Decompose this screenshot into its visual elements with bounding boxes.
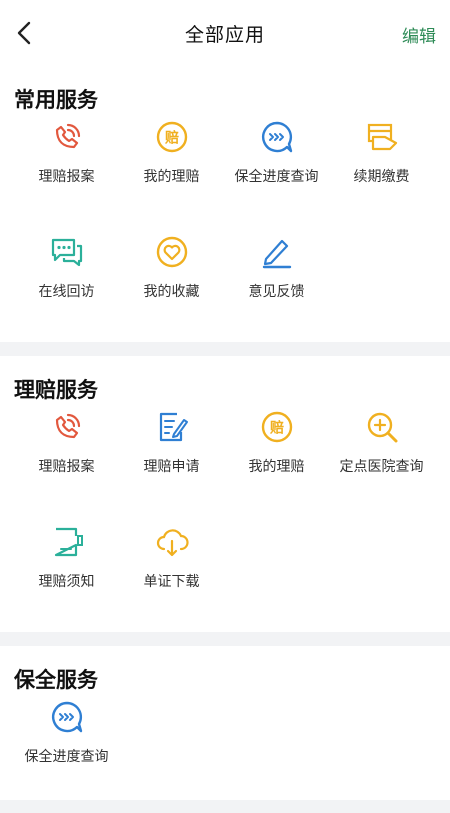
service-label: 我的理赔: [143, 169, 200, 185]
service-label: 续期缴费: [353, 169, 410, 185]
back-button[interactable]: [10, 18, 40, 48]
payment-card-icon: [367, 123, 397, 151]
service-item-my-claims[interactable]: 赔 我的理赔: [224, 408, 329, 523]
service-item-renewal-payment[interactable]: 续期缴费: [329, 118, 434, 233]
section-title: 理赔服务: [14, 378, 98, 402]
service-label: 定点医院查询: [339, 459, 424, 475]
cloud-download-icon: [156, 529, 189, 557]
service-label: 意见反馈: [248, 284, 305, 300]
service-grid: 理赔报案 理赔申请 赔 我的理赔 定点医院查询 理赔须知 单证下载: [0, 408, 450, 635]
service-item-favorites[interactable]: 我的收藏: [119, 233, 224, 345]
service-item-claim-report[interactable]: 理赔报案: [14, 118, 119, 233]
section-title: 常用服务: [14, 88, 98, 112]
service-grid: 保全进度查询: [0, 698, 450, 813]
chevron-left-icon: [17, 21, 31, 45]
service-item-claim-apply[interactable]: 理赔申请: [119, 408, 224, 523]
section-title: 保全服务: [14, 668, 98, 692]
progress-bubble-icon: [261, 121, 292, 153]
section-preservation-services: 保全服务 保全进度查询: [0, 646, 450, 800]
service-item-doc-download[interactable]: 单证下载: [119, 523, 224, 635]
service-label: 保全进度查询: [234, 169, 319, 185]
service-item-online-visit[interactable]: 在线回访: [14, 233, 119, 345]
service-item-my-claims[interactable]: 赔 我的理赔: [119, 118, 224, 233]
service-label: 理赔报案: [38, 169, 95, 185]
phone-ring-icon: [55, 413, 80, 439]
document-edit-icon: [159, 412, 188, 442]
service-item-progress-query[interactable]: 保全进度查询: [224, 118, 329, 233]
section-claim-services: 理赔服务 理赔报案 理赔申请 赔 我的理赔 定点医院查询 理赔须知 单证下载: [0, 356, 450, 632]
service-grid: 理赔报案 赔 我的理赔 保全进度查询 续期缴费 在线回访 我的收藏 意见反馈: [0, 118, 450, 345]
notice-book-icon: [54, 527, 83, 557]
service-item-feedback[interactable]: 意见反馈: [224, 233, 329, 345]
section-common-services: 常用服务 理赔报案 赔 我的理赔 保全进度查询 续期缴费 在线回访 我的收藏 意…: [0, 66, 450, 342]
search-plus-icon: [367, 412, 397, 443]
top-bar: 全部应用 编辑: [0, 0, 450, 66]
edit-button[interactable]: 编辑: [402, 22, 436, 47]
service-label: 单证下载: [143, 574, 200, 590]
progress-bubble-icon: [51, 701, 82, 733]
service-label: 保全进度查询: [24, 749, 109, 765]
claim-coin-icon: 赔: [261, 411, 292, 443]
phone-ring-icon: [55, 123, 80, 149]
claim-coin-icon: 赔: [156, 121, 187, 153]
service-label: 我的收藏: [143, 284, 200, 300]
service-label: 理赔须知: [38, 574, 95, 590]
page-title: 全部应用: [184, 23, 265, 46]
chat-bubbles-icon: [51, 238, 82, 267]
service-item-hospital-query[interactable]: 定点医院查询: [329, 408, 434, 523]
service-item-claim-report[interactable]: 理赔报案: [14, 408, 119, 523]
claim-coin-char: 赔: [269, 420, 284, 437]
heart-icon: [156, 236, 187, 268]
service-item-claim-notice[interactable]: 理赔须知: [14, 523, 119, 635]
claim-coin-char: 赔: [164, 130, 179, 147]
service-label: 理赔报案: [38, 459, 95, 475]
service-label: 我的理赔: [248, 459, 305, 475]
service-label: 理赔申请: [143, 459, 200, 475]
pencil-icon: [262, 239, 291, 269]
service-item-progress-query[interactable]: 保全进度查询: [14, 698, 119, 813]
service-label: 在线回访: [38, 284, 95, 300]
